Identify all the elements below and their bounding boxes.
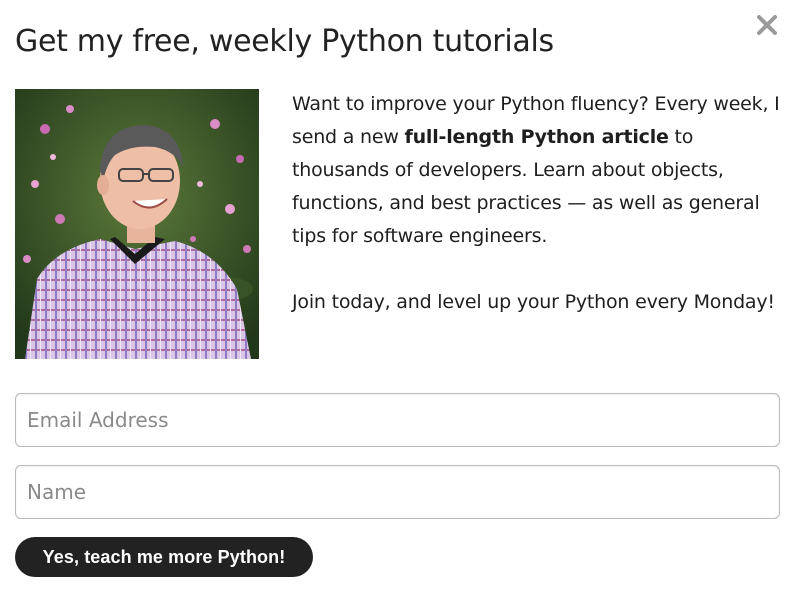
signup-modal: Get my free, weekly Python tutorials Wan… [0, 0, 800, 593]
close-icon [757, 15, 777, 35]
intro-paragraph-2: Join today, and level up your Python eve… [292, 291, 775, 313]
intro-text: Want to improve your Python fluency? Eve… [292, 88, 780, 319]
modal-title: Get my free, weekly Python tutorials [15, 24, 554, 59]
close-button[interactable] [752, 10, 782, 40]
subscribe-button[interactable]: Yes, teach me more Python! [15, 537, 313, 577]
author-photo [15, 89, 259, 359]
intro-bold-text: full-length Python article [404, 126, 669, 148]
name-field[interactable] [15, 465, 780, 519]
intro-paragraph-1: Want to improve your Python fluency? Eve… [292, 88, 780, 253]
email-field[interactable] [15, 393, 780, 447]
author-photo-image [15, 89, 259, 359]
